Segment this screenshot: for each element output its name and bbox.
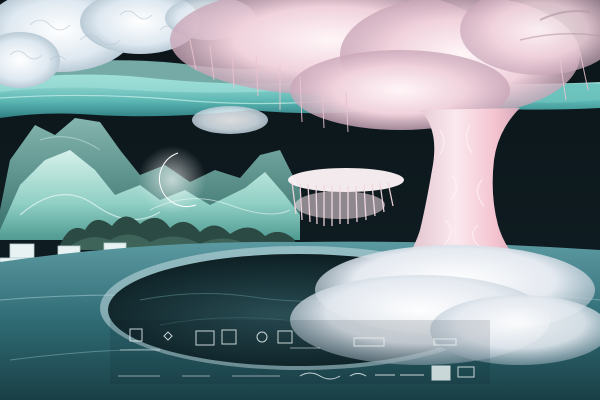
wedding-stage-photo <box>0 0 600 400</box>
scene-illustration <box>0 0 600 400</box>
crescent-moon-sculpture <box>138 146 206 214</box>
